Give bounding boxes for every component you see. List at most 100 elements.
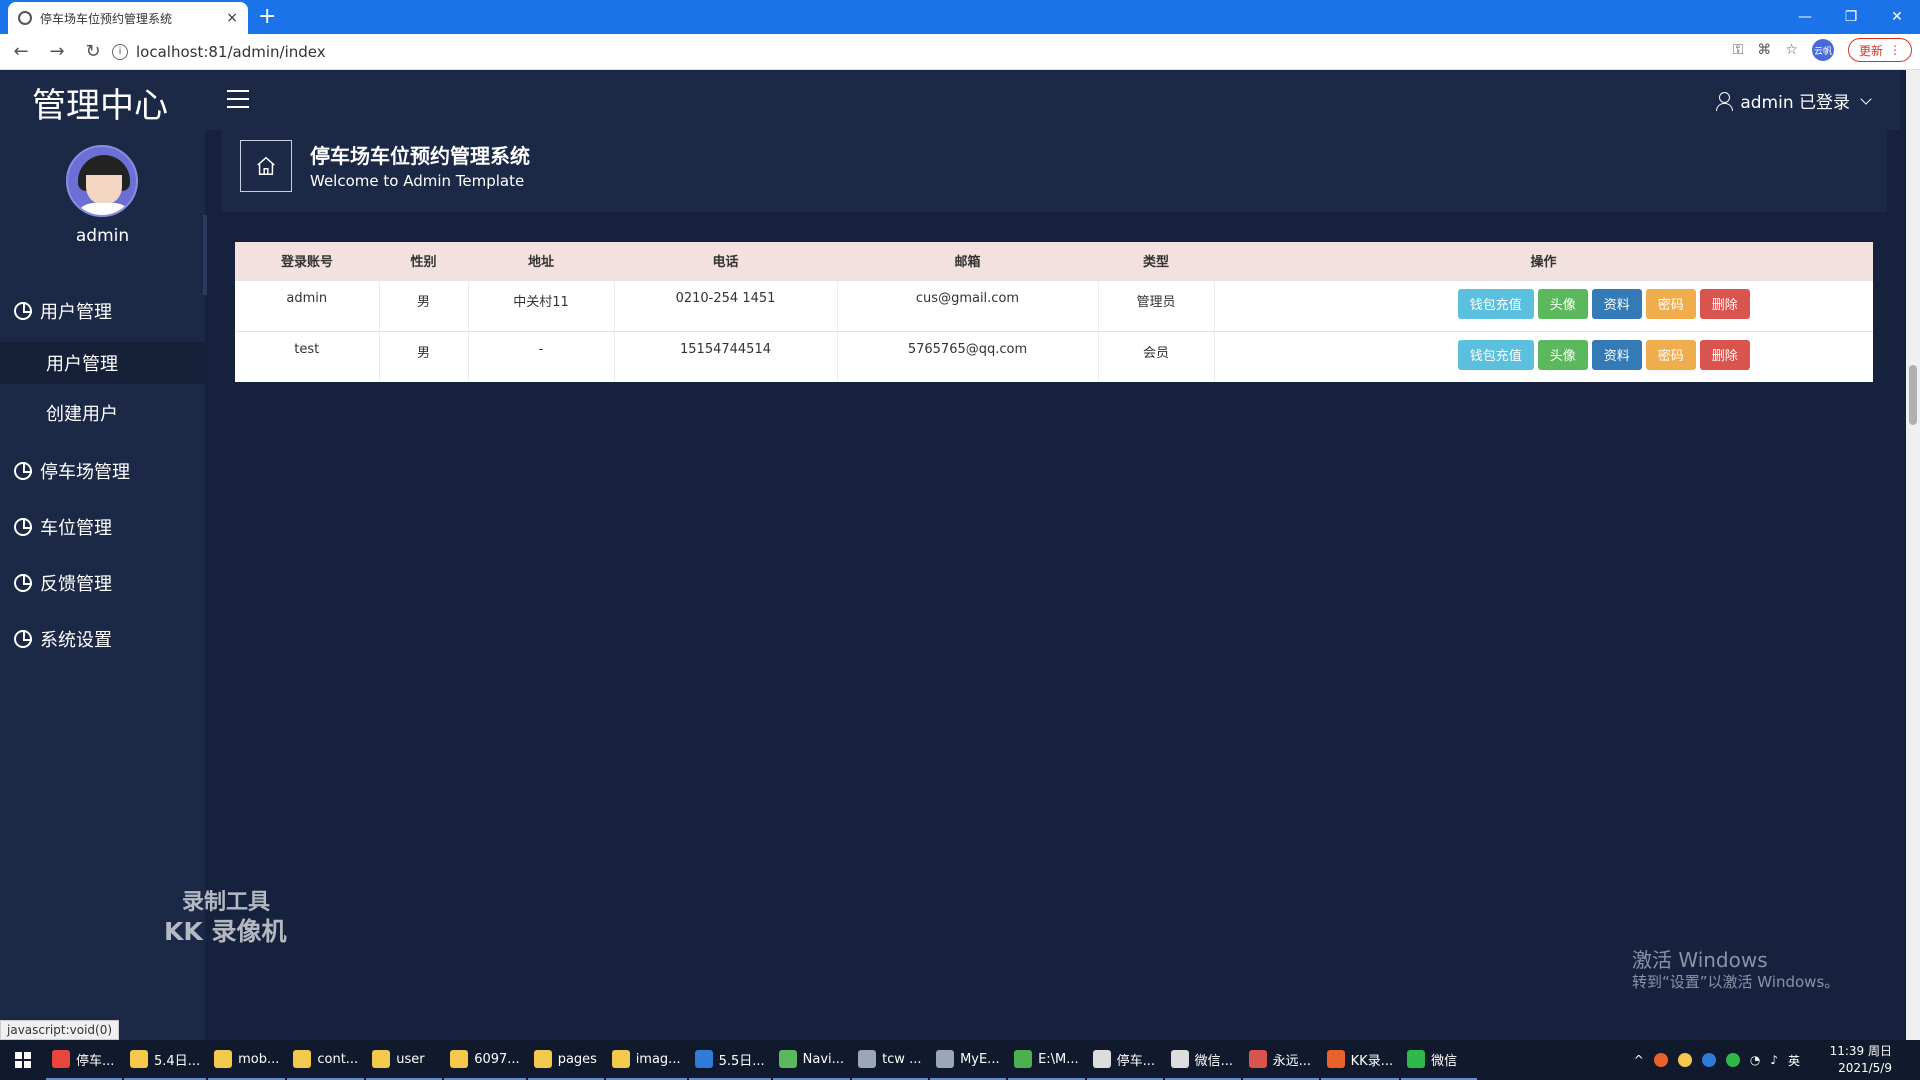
menu-space-management[interactable]: 车位管理 [14,514,112,540]
system-tray: ^ ◔ ♪ 英 [1634,1040,1800,1080]
taskbar-item[interactable]: 微信 [1401,1040,1478,1080]
browser-tab[interactable]: 停车场车位预约管理系统 × [8,2,248,34]
new-tab-button[interactable]: + [258,4,276,29]
taskbar-item-label: cont... [317,1051,359,1067]
submenu-create-user[interactable]: 创建用户 [0,392,205,434]
taskbar-item[interactable]: cont... [287,1040,365,1080]
taskbar-item[interactable]: 微信... [1164,1040,1241,1080]
profile-avatar[interactable]: 云帆 [1811,39,1834,61]
key-icon[interactable]: ⚿ [1733,42,1744,58]
back-icon[interactable]: ← [6,41,36,62]
taskbar-item-label: 微信... [1194,1053,1234,1069]
taskbar-item[interactable]: 停车... [1086,1040,1163,1080]
page-header: 停车场车位预约管理系统 Welcome to Admin Template [222,130,1887,212]
minimize-icon[interactable]: — [1782,0,1828,34]
home-icon[interactable] [240,140,292,192]
taskbar-item[interactable]: 5.5日... [688,1040,771,1080]
taskbar-item[interactable]: tcw ... [852,1040,929,1080]
taskbar-item[interactable]: KK录... [1320,1040,1400,1080]
taskbar-item[interactable]: 5.4日... [124,1040,207,1080]
url-field[interactable]: i localhost:81/admin/index [112,38,1712,66]
reload-icon[interactable]: ↻ [78,41,108,62]
menu-label: 用户管理 [40,302,112,323]
delete-button[interactable]: 删除 [1699,288,1750,319]
menu-system-settings[interactable]: 系统设置 [14,626,112,652]
tray-chevron-icon[interactable]: ^ [1634,1053,1644,1067]
menu-user-management[interactable]: 用户管理 [14,298,112,324]
taskbar-item-label: pages [557,1051,597,1067]
table-row: admin 男 中关村11 0210-254 1451 cus@gmail.co… [235,280,1873,331]
site-info-icon[interactable]: i [112,44,128,60]
scrollbar-thumb[interactable] [1909,365,1917,425]
forward-icon[interactable]: → [42,41,72,62]
taskbar-app-icon [533,1050,552,1068]
input-method[interactable]: 英 [1788,1052,1800,1069]
taskbar-app-icon [1170,1050,1189,1068]
translate-icon[interactable]: ⌘ [1757,42,1771,58]
delete-button[interactable]: 删除 [1699,339,1750,370]
restore-icon[interactable]: ❐ [1828,0,1874,34]
taskbar-item[interactable]: E:\M... [1008,1040,1085,1080]
taskbar-item[interactable]: 永远... [1242,1040,1319,1080]
update-button[interactable]: 更新 ⋮ [1847,38,1912,62]
bookmark-star-icon[interactable]: ☆ [1785,42,1798,58]
cell-phone: 15154744514 [614,331,838,382]
pie-chart-icon [14,630,32,648]
taskbar-app-icon [1326,1050,1345,1068]
taskbar-app-icon [372,1050,391,1068]
pie-chart-icon [14,302,32,320]
taskbar-item[interactable]: 6097... [444,1040,526,1080]
taskbar-clock[interactable]: 11:39 周日 2021/5/9 [1830,1043,1892,1077]
sidebar-scrollbar[interactable] [203,215,207,295]
password-button[interactable]: 密码 [1645,339,1696,370]
password-button[interactable]: 密码 [1645,288,1696,319]
menu-toggle-icon[interactable] [227,90,249,108]
taskbar-item[interactable]: mob... [208,1040,286,1080]
taskbar-item[interactable]: Navi... [772,1040,851,1080]
menu-feedback-management[interactable]: 反馈管理 [14,570,112,596]
taskbar-item-label: 5.4日... [154,1053,201,1069]
taskbar-item[interactable]: 停车... [46,1040,122,1080]
taskbar-item-label: mob... [238,1051,280,1067]
taskbar-app-icon [214,1050,233,1068]
taskbar-app-icon [450,1050,469,1068]
wifi-icon[interactable]: ◔ [1750,1053,1760,1067]
page-scrollbar[interactable] [1906,70,1920,1040]
tab-close-icon[interactable]: × [226,10,238,26]
more-menu-icon: ⋮ [1889,43,1901,57]
url-text[interactable]: localhost:81/admin/index [136,43,326,61]
taskbar-item[interactable]: imag... [605,1040,687,1080]
avatar-button[interactable]: 头像 [1537,339,1588,370]
update-label: 更新 [1858,43,1883,58]
tray-app-icon[interactable] [1701,1053,1716,1067]
submenu-user-list[interactable]: 用户管理 [0,342,205,384]
tray-app-icon[interactable] [1677,1053,1692,1067]
cell-account: test [235,331,380,382]
close-window-icon[interactable]: ✕ [1874,0,1920,34]
volume-icon[interactable]: ♪ [1770,1053,1778,1067]
recorder-watermark-line2: KK 录像机 [164,917,287,946]
taskbar-item[interactable]: pages [527,1040,604,1080]
taskbar-app-icon [293,1050,312,1068]
recharge-button[interactable]: 钱包充值 [1457,339,1534,370]
profile-button[interactable]: 资料 [1591,288,1642,319]
address-bar-actions: ⚿ ⌘ ☆ 云帆 更新 ⋮ [1733,38,1912,62]
admin-name: admin [75,226,130,246]
taskbar-item-label: 停车... [1116,1053,1156,1069]
user-dropdown[interactable]: admin 已登录 [1716,88,1872,113]
wechat-tray-icon[interactable] [1725,1053,1740,1067]
start-button[interactable] [0,1040,46,1080]
cell-account: admin [235,280,380,331]
menu-parking-lot-management[interactable]: 停车场管理 [14,458,130,484]
taskbar-item[interactable]: MyE... [930,1040,1007,1080]
page-title: 停车场车位预约管理系统 [310,144,530,168]
cell-email: 5765765@qq.com [837,331,1099,382]
tray-app-icon[interactable] [1653,1053,1668,1067]
recharge-button[interactable]: 钱包充值 [1457,288,1534,319]
taskbar-app-icon [1092,1050,1111,1068]
avatar-button[interactable]: 头像 [1537,288,1588,319]
taskbar-item[interactable]: user [366,1040,443,1080]
taskbar-item-label: 微信 [1431,1053,1458,1069]
taskbar-item-label: 停车... [76,1053,115,1069]
profile-button[interactable]: 资料 [1591,339,1642,370]
